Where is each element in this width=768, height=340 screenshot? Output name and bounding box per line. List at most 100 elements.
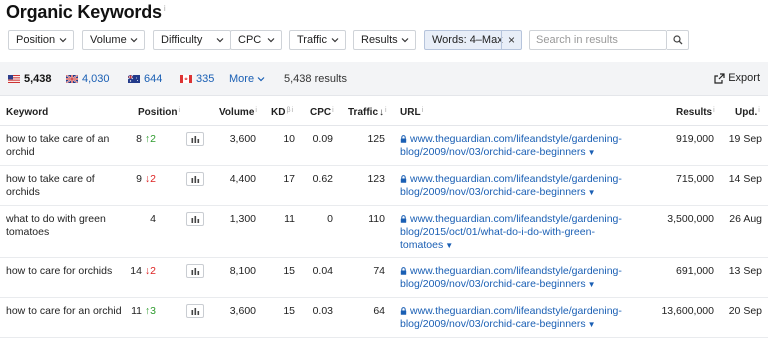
url-link[interactable]: www.theguardian.com/lifeandstyle/gardeni…	[400, 305, 630, 331]
volume-cell: 3,600	[229, 305, 256, 317]
results-cell: 919,000	[676, 133, 714, 145]
traffic-filter[interactable]: Traffic	[289, 30, 346, 50]
position-cell: 9 ↓2	[120, 173, 156, 186]
keyword-cell[interactable]: how to take care of an orchid	[6, 133, 126, 159]
info-icon: i	[255, 107, 257, 114]
bar-chart-icon	[191, 136, 199, 143]
export-button[interactable]: Export	[714, 72, 760, 84]
sort-desc-icon: ↓	[379, 107, 385, 118]
position-value: 11	[131, 305, 142, 317]
serp-button[interactable]	[186, 172, 204, 186]
lock-icon	[400, 175, 407, 183]
difficulty-filter[interactable]: Difficulty	[153, 30, 231, 50]
results-filter[interactable]: Results	[353, 30, 416, 50]
caret-down-icon[interactable]: ▼	[588, 320, 596, 329]
col-kd[interactable]: KDβi	[271, 107, 293, 118]
info-icon: i	[291, 107, 294, 114]
col-results[interactable]: Resultsi	[676, 107, 715, 118]
info-icon: i	[713, 107, 715, 114]
cpc-cell: 0.03	[312, 305, 333, 317]
lock-icon	[400, 267, 407, 275]
country-au[interactable]: 644	[128, 73, 162, 85]
rank-down-indicator: ↓2	[141, 265, 156, 277]
caret-down-icon[interactable]: ▼	[445, 241, 453, 250]
cpc-cell: 0.04	[312, 265, 333, 277]
serp-button[interactable]	[186, 132, 204, 146]
col-updated[interactable]: Upd.i	[735, 107, 760, 118]
country-us[interactable]: 5,438	[8, 73, 52, 85]
serp-button[interactable]	[186, 264, 204, 278]
chevron-down-icon	[257, 77, 265, 82]
col-cpc[interactable]: CPCi	[310, 107, 334, 118]
url-link[interactable]: www.theguardian.com/lifeandstyle/gardeni…	[400, 133, 630, 159]
col-volume[interactable]: Volumei	[219, 107, 257, 118]
keyword-cell[interactable]: how to care for an orchid	[6, 305, 126, 318]
cpc-cell: 0.62	[312, 173, 333, 185]
info-icon: i	[758, 107, 760, 114]
chevron-down-icon	[401, 38, 409, 43]
lock-icon	[400, 307, 407, 315]
volume-filter[interactable]: Volume	[82, 30, 145, 50]
keyword-cell[interactable]: how to care for orchids	[6, 265, 126, 278]
col-traffic[interactable]: Traffic↓i	[348, 107, 387, 118]
bar-chart-icon	[191, 176, 199, 183]
position-cell: 14 ↓2	[120, 265, 156, 278]
info-icon: i	[421, 107, 424, 114]
table-row: how to take care of an orchid 8 ↑2 3,600 10…	[0, 126, 768, 166]
updated-cell: 14 Sep	[728, 173, 762, 185]
more-countries-button[interactable]: More	[229, 73, 265, 85]
kd-cell: 11	[284, 213, 295, 225]
chevron-down-icon	[267, 38, 275, 43]
url-link[interactable]: www.theguardian.com/lifeandstyle/gardeni…	[400, 213, 630, 252]
lock-icon	[400, 215, 407, 223]
us-flag-icon	[8, 75, 20, 83]
kd-cell: 10	[283, 133, 295, 145]
search-input[interactable]: Search in results	[529, 30, 667, 50]
volume-cell: 3,600	[229, 133, 256, 145]
search-button[interactable]	[667, 30, 689, 50]
position-value: 4	[150, 213, 156, 225]
url-link[interactable]: www.theguardian.com/lifeandstyle/gardeni…	[400, 173, 630, 199]
volume-cell: 4,400	[229, 173, 256, 185]
caret-down-icon[interactable]: ▼	[588, 280, 596, 289]
serp-button[interactable]	[186, 304, 204, 318]
col-keyword[interactable]: Keyword	[6, 107, 48, 118]
chevron-down-icon	[216, 38, 224, 43]
url-link[interactable]: www.theguardian.com/lifeandstyle/gardeni…	[400, 265, 630, 291]
col-url[interactable]: URLi	[400, 107, 423, 118]
traffic-cell: 74	[373, 265, 385, 277]
cpc-cell: 0.09	[312, 133, 333, 145]
position-cell: 11 ↑3	[120, 305, 156, 318]
page-title: Organic Keywords i	[6, 2, 166, 22]
keyword-cell[interactable]: what to do with green tomatoes	[6, 213, 126, 239]
country-stats-bar: 5,438 4,030 644 335 More 5,438 results E…	[0, 62, 768, 96]
kd-cell: 15	[283, 305, 295, 317]
cpc-filter[interactable]: CPC	[230, 30, 282, 50]
caret-down-icon[interactable]: ▼	[588, 148, 596, 157]
country-ca[interactable]: 335	[180, 73, 214, 85]
cpc-cell: 0	[327, 213, 333, 225]
keyword-cell[interactable]: how to take care of orchids	[6, 173, 126, 199]
info-icon: i	[178, 107, 181, 114]
serp-button[interactable]	[186, 212, 204, 226]
position-value: 14	[130, 265, 142, 277]
position-cell: 4	[120, 213, 156, 226]
position-filter[interactable]: Position	[8, 30, 74, 50]
updated-cell: 20 Sep	[728, 305, 762, 317]
results-count: 5,438 results	[284, 73, 347, 85]
words-filter[interactable]: Words: 4–Max ×	[424, 30, 522, 50]
table-row: how to care for an orchid 11 ↑3 3,600 15 0.0…	[0, 298, 768, 338]
country-gb[interactable]: 4,030	[66, 73, 110, 85]
clear-filter-button[interactable]: ×	[501, 31, 521, 49]
col-position[interactable]: Positioni	[138, 107, 180, 118]
bar-chart-icon	[191, 216, 199, 223]
results-cell: 691,000	[676, 265, 714, 277]
search-icon	[672, 35, 682, 45]
info-icon: i	[332, 107, 334, 114]
volume-cell: 1,300	[229, 213, 256, 225]
table-row: how to care for orchids 14 ↓2 8,100 15 0.04 7…	[0, 258, 768, 298]
position-cell: 8 ↑2	[120, 133, 156, 146]
caret-down-icon[interactable]: ▼	[588, 188, 596, 197]
export-icon	[714, 72, 725, 84]
results-cell: 715,000	[676, 173, 714, 185]
